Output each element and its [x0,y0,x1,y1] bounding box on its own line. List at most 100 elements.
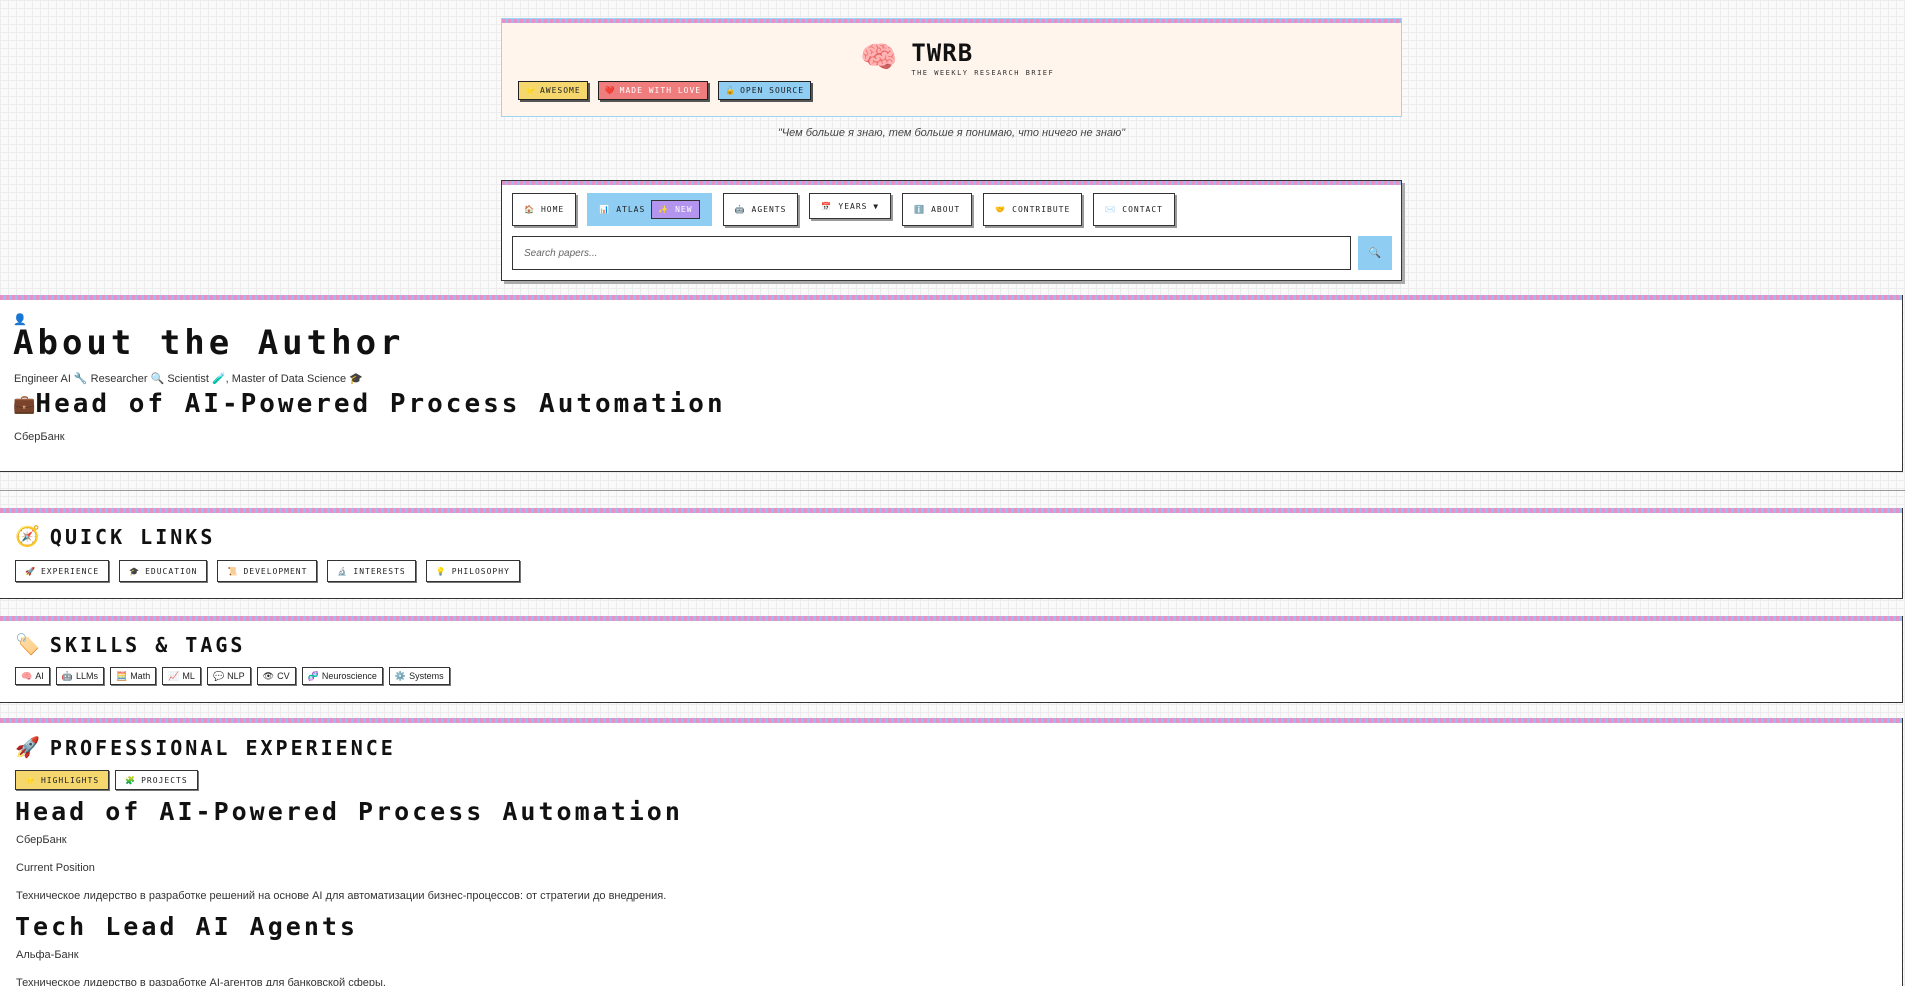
robot-icon: 🤖 [734,205,746,214]
tab-projects[interactable]: 🧩 PROJECTS [115,770,198,790]
tab-label: HIGHLIGHTS [40,775,100,785]
calendar-icon: 📅 [821,201,833,211]
nav-contact[interactable]: ✉️ CONTACT [1093,193,1175,226]
tag-label: LLMs [75,671,98,681]
eye-icon: 👁 [262,670,275,681]
search-button[interactable]: 🔍 [1358,236,1392,270]
job-company: Альфа-Банк [16,949,79,961]
heart-icon: ❤️ [604,86,616,95]
quick-links-heading: 🧭 QUICK LINKS [15,524,215,549]
nav-years-dropdown[interactable]: 📅 YEARS ▼ [809,193,892,219]
section-stripe [0,616,1902,621]
skills-section: 🏷️ SKILLS & TAGS 🧠 AI 🤖 LLMs 🧮 Math 📈 ML… [0,616,1903,703]
microscope-icon: 🔬 [337,566,349,576]
quick-link-label: DEVELOPMENT [243,566,308,576]
nav-agents[interactable]: 🤖 AGENTS [722,193,799,226]
tag-label: ML [182,671,195,681]
made-with-love-badge[interactable]: ❤️ MADE WITH LOVE [597,81,709,100]
star-icon: ⭐ [525,86,536,95]
quick-link-experience[interactable]: 🚀 EXPERIENCE [15,560,110,582]
site-subtitle: THE WEEKLY RESEARCH BRIEF [911,69,1055,77]
tag-label: CV [277,671,290,681]
abacus-icon: 🧮 [115,670,128,681]
role-company: СберБанк [14,431,65,443]
job-title: Head of AI-Powered Process Automation [15,797,683,826]
quick-links-title: QUICK LINKS [49,524,216,549]
chart-icon: 📊 [599,205,611,214]
nav-label: ABOUT [931,205,961,214]
nav-items: 🏠 HOME 📊 ATLAS ✨ NEW 🤖 AGENTS 📅 YEARS ▼ … [512,193,1175,226]
brand[interactable]: 🧠 TWRB THE WEEKLY RESEARCH BRIEF [860,39,1054,77]
skill-tag-llms[interactable]: 🤖 LLMs [55,667,104,685]
quick-links-list: 🚀 EXPERIENCE 🎓 EDUCATION 📜 DEVELOPMENT 🔬… [15,560,520,582]
skill-tag-ai[interactable]: 🧠 AI [15,667,50,685]
quick-link-development[interactable]: 📜 DEVELOPMENT [217,560,318,582]
experience-heading: 🚀 PROFESSIONAL EXPERIENCE [15,735,396,760]
quick-link-label: EDUCATION [145,566,198,576]
tag-label: Neuroscience [321,671,377,681]
skill-tag-math[interactable]: 🧮 Math [109,667,157,685]
badge-label: MADE WITH LOVE [619,86,702,95]
badge-label: OPEN SOURCE [740,86,805,95]
tag-label: AI [35,671,44,681]
section-stripe [0,718,1902,723]
skills-title: SKILLS & TAGS [49,632,246,657]
job-company: СберБанк [16,834,67,846]
nav-home[interactable]: 🏠 HOME [512,193,577,226]
site-title: TWRB [911,39,974,67]
header-stripe [502,19,1401,23]
nav-label: CONTACT [1122,205,1163,214]
nav-contribute[interactable]: 🤝 CONTRIBUTE [983,193,1083,226]
brain-icon: 🧠 [21,670,33,681]
puzzle-icon: 🧩 [125,775,137,785]
rocket-icon: 🚀 [15,737,40,759]
open-source-badge[interactable]: 🔓 OPEN SOURCE [718,81,812,100]
nav-about[interactable]: ℹ️ ABOUT [902,193,973,226]
rocket-icon: 🚀 [25,566,36,576]
skill-tag-nlp[interactable]: 💬 NLP [206,667,251,685]
nav-label: HOME [540,205,565,214]
site-header: 🧠 TWRB THE WEEKLY RESEARCH BRIEF ⭐ AWESO… [501,18,1402,117]
header-badges: ⭐ AWESOME ❤️ MADE WITH LOVE 🔓 OPEN SOURC… [518,81,812,100]
about-section: 👤 About the Author Engineer AI 🔧 Researc… [0,295,1903,472]
tag-label: Systems [409,671,444,681]
brain-icon: 🧠 [860,41,898,74]
speech-bubble-icon: 💬 [212,670,225,681]
star-icon: ⭐ [25,775,36,785]
nav-atlas[interactable]: 📊 ATLAS ✨ NEW [587,193,712,226]
quick-link-label: EXPERIENCE [40,566,100,576]
job-status: Current Position [16,862,95,874]
tag-label: Math [130,671,151,681]
job-description: Техническое лидерство в разработке AI-аг… [16,977,386,986]
role-title: Head of AI-Powered Process Automation [35,389,726,419]
skill-tag-systems[interactable]: ⚙️ Systems [388,667,450,685]
skill-tag-ml[interactable]: 📈 ML [162,667,201,685]
search-icon: 🔍 [1368,247,1382,259]
dna-icon: 🧬 [307,670,319,681]
nav-label: AGENTS [751,205,787,214]
briefcase-icon: 💼 [13,393,36,414]
job-title: Tech Lead AI Agents [15,912,358,941]
experience-tabs: ⭐ HIGHLIGHTS 🧩 PROJECTS [15,770,198,790]
about-tagline: Engineer AI 🔧 Researcher 🔍 Scientist 🧪, … [14,373,363,385]
awesome-badge[interactable]: ⭐ AWESOME [518,81,588,100]
main-nav: 🏠 HOME 📊 ATLAS ✨ NEW 🤖 AGENTS 📅 YEARS ▼ … [501,180,1402,281]
search-input[interactable]: Search papers... [512,236,1351,270]
about-title: About the Author [13,323,405,363]
graduation-cap-icon: 🎓 [129,566,141,576]
tag-label: NLP [227,671,245,681]
skill-tag-neuroscience[interactable]: 🧬 Neuroscience [301,667,383,685]
compass-icon: 🧭 [15,526,40,548]
quick-links-section: 🧭 QUICK LINKS 🚀 EXPERIENCE 🎓 EDUCATION 📜… [0,508,1903,599]
skill-tag-cv[interactable]: 👁 CV [256,667,296,685]
quick-link-interests[interactable]: 🔬 INTERESTS [327,560,416,582]
tab-highlights[interactable]: ⭐ HIGHLIGHTS [15,770,110,790]
badge-label: AWESOME [539,86,581,95]
quick-link-education[interactable]: 🎓 EDUCATION [119,560,208,582]
nav-label: ATLAS [616,205,646,214]
section-stripe [0,295,1902,300]
tab-label: PROJECTS [141,775,188,785]
quick-link-philosophy[interactable]: 💡 PHILOSOPHY [425,560,520,582]
divider [0,490,1905,491]
envelope-icon: ✉️ [1105,205,1117,214]
